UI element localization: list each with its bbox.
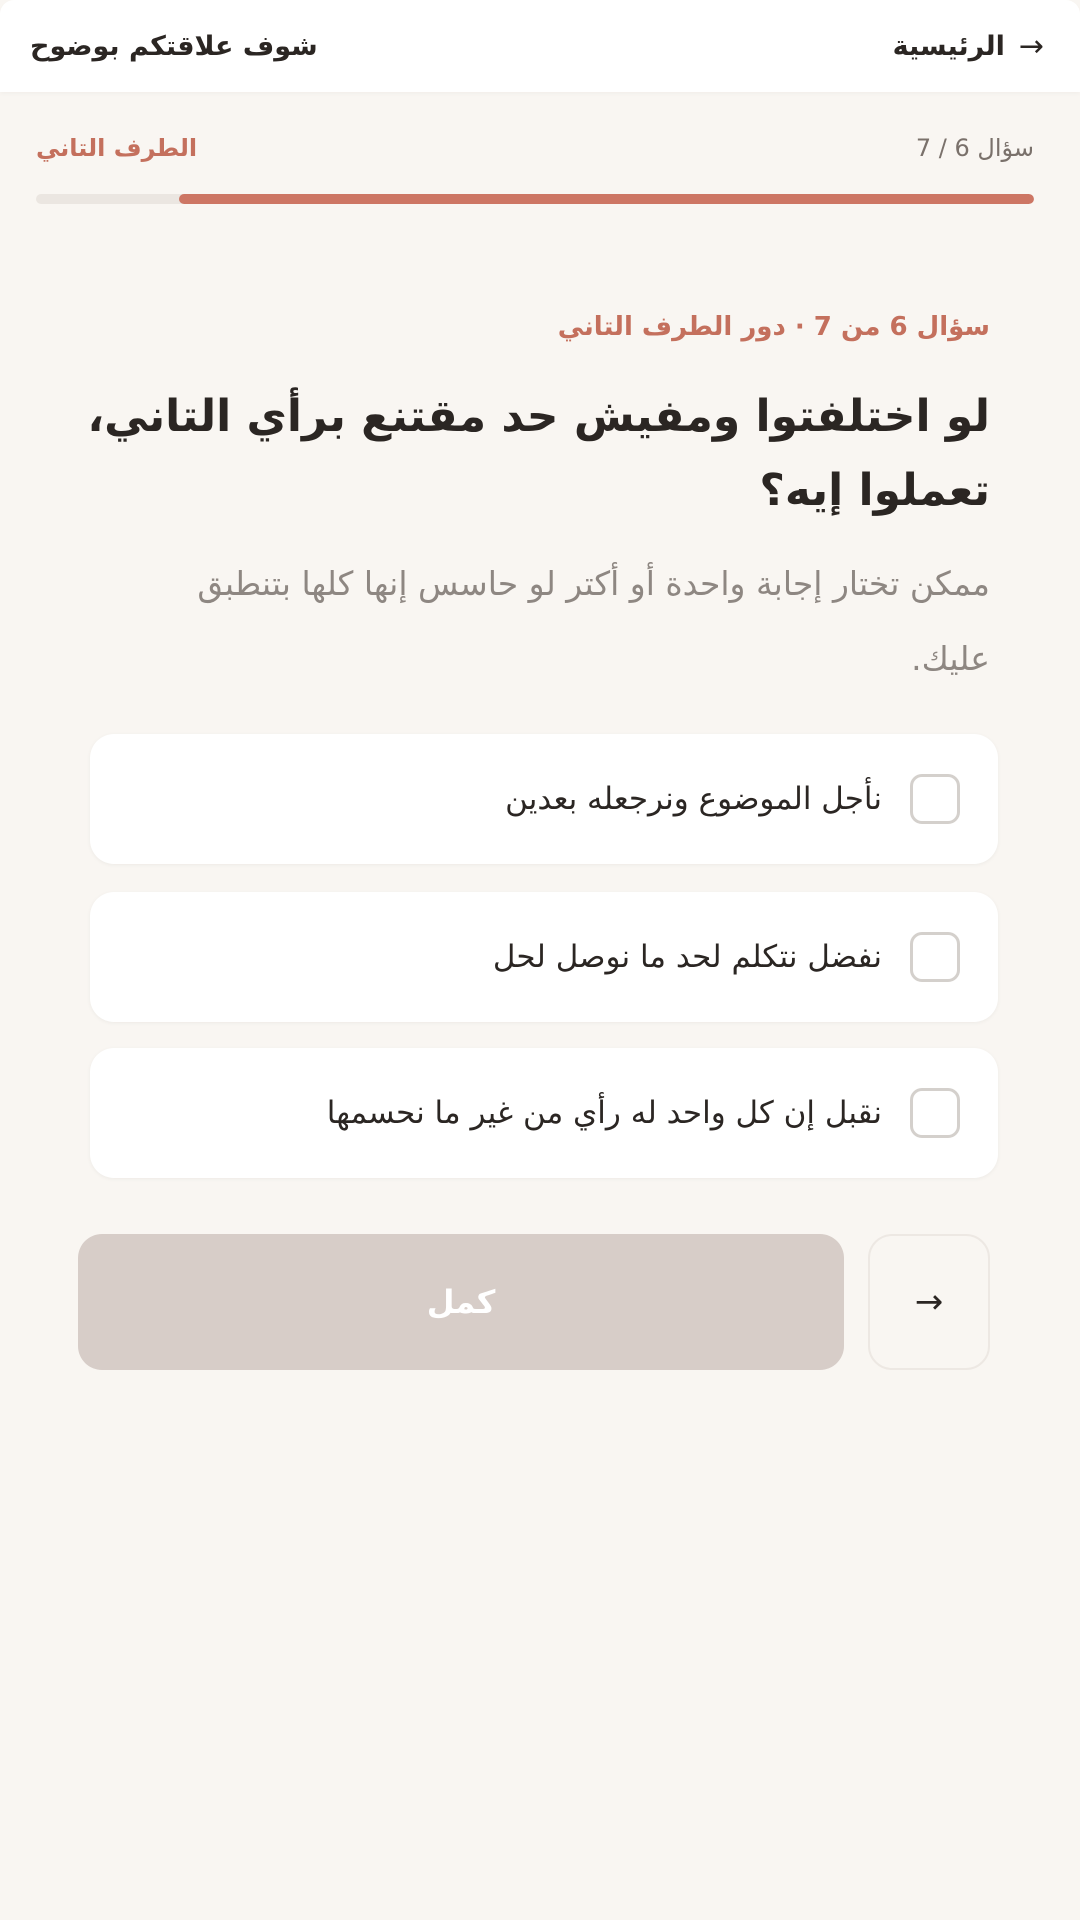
checkbox[interactable]: [910, 774, 960, 824]
top-bar: → الرئيسية شوف علاقتكم بوضوح: [0, 0, 1080, 92]
brand-title: شوف علاقتكم بوضوح: [30, 30, 318, 62]
answer-option[interactable]: نقبل إن كل واحد له رأي من غير ما نحسمها: [90, 1048, 998, 1178]
answer-option[interactable]: نأجل الموضوع ونرجعله بعدين: [90, 734, 998, 864]
answer-option-label: نفضل نتكلم لحد ما نوصل لحل: [492, 939, 882, 975]
answer-option-label: نأجل الموضوع ونرجعله بعدين: [505, 781, 882, 817]
arrow-right-icon: →: [914, 1282, 944, 1322]
action-bar: → كمل: [78, 1234, 990, 1370]
step-counter: سؤال 6 / 7: [915, 134, 1034, 162]
answer-option-label: نقبل إن كل واحد له رأي من غير ما نحسمها: [326, 1095, 882, 1131]
home-link[interactable]: → الرئيسية: [893, 29, 1044, 64]
progress-track: [36, 194, 1034, 204]
question-title: لو اختلفتوا ومفيش حد مقتنع برأي التاني، …: [87, 391, 990, 516]
checkbox[interactable]: [910, 932, 960, 982]
checkbox[interactable]: [910, 1088, 960, 1138]
home-label: الرئيسية: [892, 30, 1005, 62]
answer-option[interactable]: نفضل نتكلم لحد ما نوصل لحل: [90, 892, 998, 1022]
progress-fill: [178, 194, 1034, 204]
arrow-right-icon: →: [1018, 28, 1044, 64]
question-eyebrow: سؤال 6 من 7 · دور الطرف التاني: [557, 312, 990, 342]
continue-button[interactable]: كمل: [78, 1234, 844, 1370]
back-button[interactable]: →: [868, 1234, 990, 1370]
question-hint: ممكن تختار إجابة واحدة أو أكتر لو حاسس إ…: [197, 564, 990, 678]
progress-section: سؤال 6 / 7 الطرف التاني: [0, 92, 1080, 212]
role-label: الطرف التاني: [36, 134, 198, 162]
